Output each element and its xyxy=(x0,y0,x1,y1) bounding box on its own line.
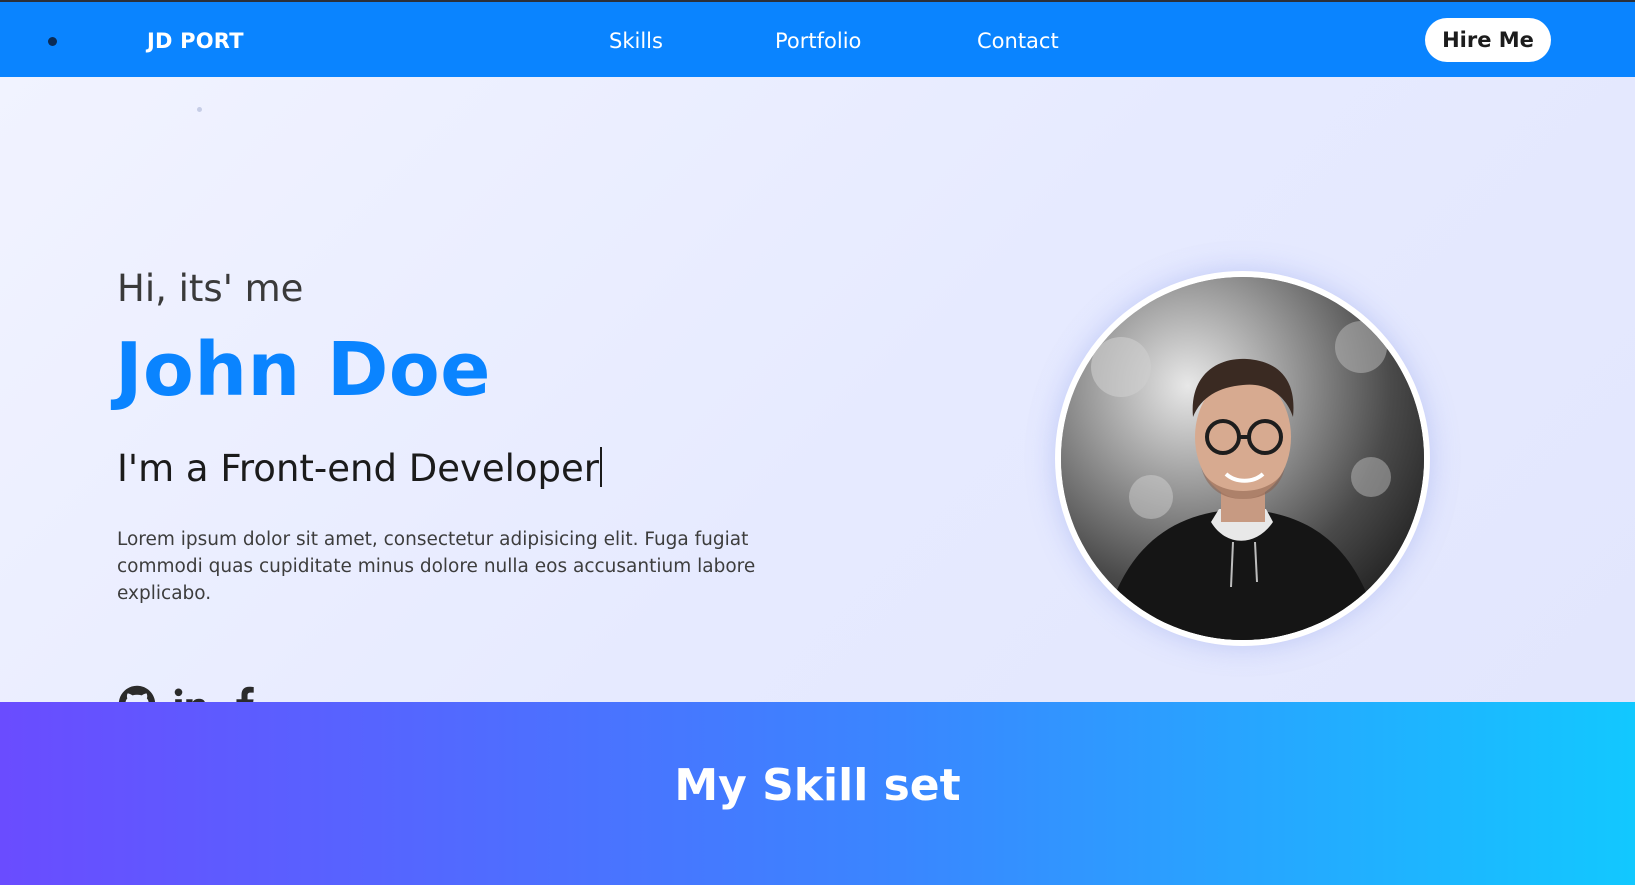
profile-photo-frame xyxy=(1055,271,1430,646)
role-text: I'm a Front-end Developer xyxy=(117,447,600,490)
skills-section: My Skill set xyxy=(0,702,1635,885)
hero-greeting: Hi, its' me xyxy=(117,267,304,310)
hero-role: I'm a Front-end Developer xyxy=(117,447,603,490)
navbar: JD PORT Skills Portfolio Contact Hire Me xyxy=(0,2,1635,77)
profile-photo xyxy=(1061,277,1424,640)
hero-name: John Doe xyxy=(115,327,491,413)
nav-link-skills[interactable]: Skills xyxy=(609,29,663,53)
hero-bio: Lorem ipsum dolor sit amet, consectetur … xyxy=(117,529,756,604)
decorative-dot xyxy=(197,107,202,112)
menu-dot-icon[interactable] xyxy=(48,37,57,46)
skills-title: My Skill set xyxy=(674,760,961,811)
typing-caret xyxy=(600,447,603,487)
nav-link-portfolio[interactable]: Portfolio xyxy=(775,29,861,53)
hire-me-button[interactable]: Hire Me xyxy=(1425,18,1551,62)
nav-link-contact[interactable]: Contact xyxy=(977,29,1059,53)
brand-logo[interactable]: JD PORT xyxy=(147,29,244,53)
hero-section: Hi, its' me John Doe I'm a Front-end Dev… xyxy=(0,77,1635,722)
